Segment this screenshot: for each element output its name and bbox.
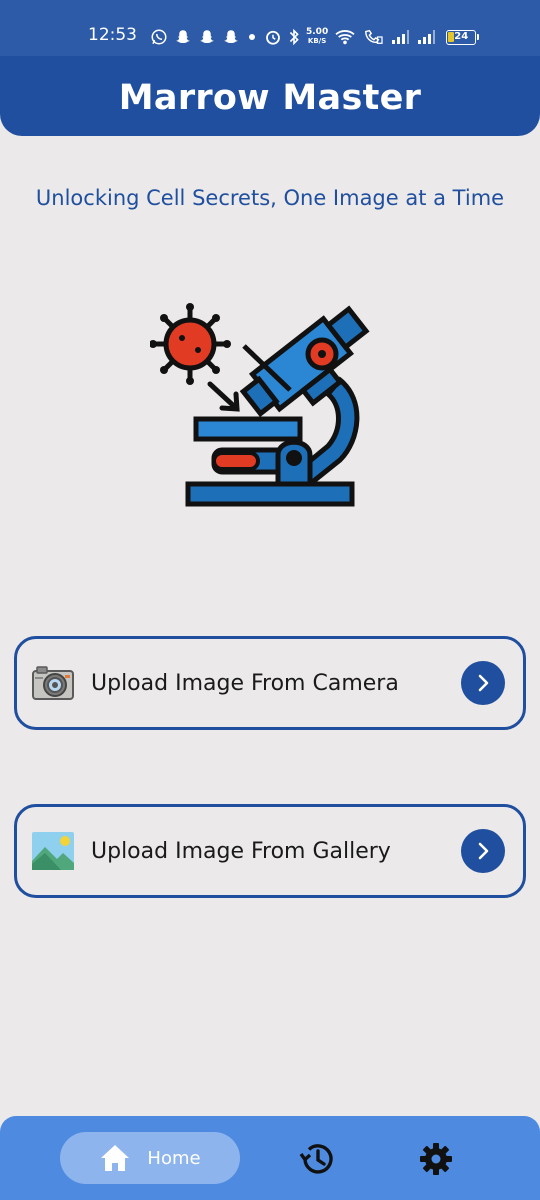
status-bar: 12:53 5.00 KB/S 24 xyxy=(0,0,540,56)
network-speed-unit: KB/S xyxy=(307,37,327,45)
signal-icon xyxy=(418,30,436,44)
dot-icon xyxy=(249,34,255,40)
upload-camera-button[interactable]: Upload Image From Camera xyxy=(14,636,526,730)
upload-gallery-label: Upload Image From Gallery xyxy=(91,838,391,864)
microscope-icon xyxy=(150,303,370,507)
volte-call-icon xyxy=(365,29,383,44)
wifi-icon xyxy=(335,30,355,45)
bluetooth-icon xyxy=(289,28,299,46)
battery-icon: 24 xyxy=(446,29,480,45)
bottom-navigation: Home xyxy=(0,1116,540,1200)
status-icons: 5.00 KB/S 24 xyxy=(150,24,480,50)
network-speed-value: 5.00 xyxy=(306,27,329,37)
nav-home-label: Home xyxy=(147,1147,201,1169)
app-title: Marrow Master xyxy=(118,78,422,118)
history-icon[interactable] xyxy=(298,1140,336,1178)
battery-level: 24 xyxy=(454,30,469,42)
nav-home-tab[interactable]: Home xyxy=(60,1132,240,1184)
alarm-icon xyxy=(266,30,280,45)
upload-gallery-button[interactable]: Upload Image From Gallery xyxy=(14,804,526,898)
camera-icon xyxy=(31,663,75,703)
snapchat-icon xyxy=(200,30,214,43)
tagline: Unlocking Cell Secrets, One Image at a T… xyxy=(35,186,505,210)
chevron-right-icon[interactable] xyxy=(461,661,505,705)
app-bar: Marrow Master xyxy=(0,56,540,136)
settings-icon[interactable] xyxy=(417,1140,455,1178)
chevron-right-icon[interactable] xyxy=(461,829,505,873)
home-icon xyxy=(101,1145,130,1171)
signal-icon xyxy=(392,30,410,44)
snapchat-icon xyxy=(176,30,190,43)
gallery-icon xyxy=(31,831,75,871)
arrow-icon xyxy=(207,381,240,412)
whatsapp-icon xyxy=(151,29,167,45)
status-time: 12:53 xyxy=(88,25,137,45)
snapchat-icon xyxy=(224,30,238,43)
upload-camera-label: Upload Image From Camera xyxy=(91,670,399,696)
virus-icon xyxy=(150,303,231,385)
network-speed: 5.00 KB/S xyxy=(306,28,328,46)
